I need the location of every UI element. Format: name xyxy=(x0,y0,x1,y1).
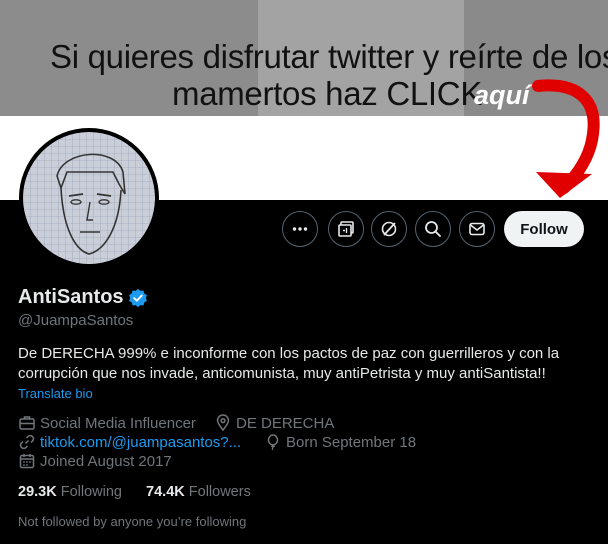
banner-text-line1: Si quieres disfrutar twitter y reírte de… xyxy=(50,38,608,75)
message-icon xyxy=(469,222,485,236)
link-icon xyxy=(19,434,35,450)
profile-category: Social Media Influencer xyxy=(18,414,196,432)
subscribe-button[interactable] xyxy=(328,211,364,247)
message-button[interactable] xyxy=(459,211,495,247)
balloon-icon xyxy=(267,434,279,451)
following-count: 29.3K xyxy=(18,484,57,500)
follow-button[interactable]: Follow xyxy=(504,211,584,247)
more-icon xyxy=(292,227,308,231)
following-label: Following xyxy=(60,484,122,500)
search-icon xyxy=(425,221,441,237)
location-text: DE DERECHA xyxy=(236,414,335,432)
translate-bio-link[interactable]: Translate bio xyxy=(18,386,93,401)
red-arrow-icon xyxy=(532,79,600,198)
followers-link[interactable]: 74.4K Followers xyxy=(146,484,251,500)
category-text: Social Media Influencer xyxy=(40,414,196,432)
avatar-drawing xyxy=(23,132,155,264)
grok-button[interactable] xyxy=(371,211,407,247)
briefcase-icon xyxy=(19,416,35,430)
location-pin-icon xyxy=(216,414,230,432)
not-followed-note: Not followed by anyone you’re following xyxy=(18,514,247,529)
profile-handle: @JuampaSantos xyxy=(18,312,134,329)
subscribe-icon xyxy=(338,221,354,237)
birthday-text: Born September 18 xyxy=(286,433,417,451)
more-button[interactable] xyxy=(282,211,318,247)
website-link[interactable]: tiktok.com/@juampasantos?... xyxy=(40,434,241,451)
following-link[interactable]: 29.3K Following xyxy=(18,484,122,500)
profile-birthday: Born September 18 xyxy=(264,433,416,451)
follow-counts: 29.3K Following 74.4K Followers xyxy=(18,484,251,500)
followers-count: 74.4K xyxy=(146,484,185,500)
calendar-icon xyxy=(19,454,35,469)
followers-label: Followers xyxy=(188,484,251,500)
verified-badge-icon[interactable] xyxy=(128,288,148,308)
grok-icon xyxy=(381,221,397,237)
profile-joined: Joined August 2017 xyxy=(18,452,172,470)
profile-website[interactable]: tiktok.com/@juampasantos?... xyxy=(18,433,241,451)
profile-bio: De DERECHA 999% e inconforme con los pac… xyxy=(18,345,560,382)
profile-location: DE DERECHA xyxy=(214,414,334,432)
joined-text: Joined August 2017 xyxy=(40,452,172,470)
search-button[interactable] xyxy=(415,211,451,247)
profile-name-row: AntiSantos xyxy=(18,286,148,309)
profile-name: AntiSantos xyxy=(18,286,124,308)
banner-highlight-text: aquí xyxy=(474,80,530,110)
avatar[interactable] xyxy=(19,128,159,268)
banner-text-line2: mamertos haz CLICK xyxy=(172,75,483,112)
